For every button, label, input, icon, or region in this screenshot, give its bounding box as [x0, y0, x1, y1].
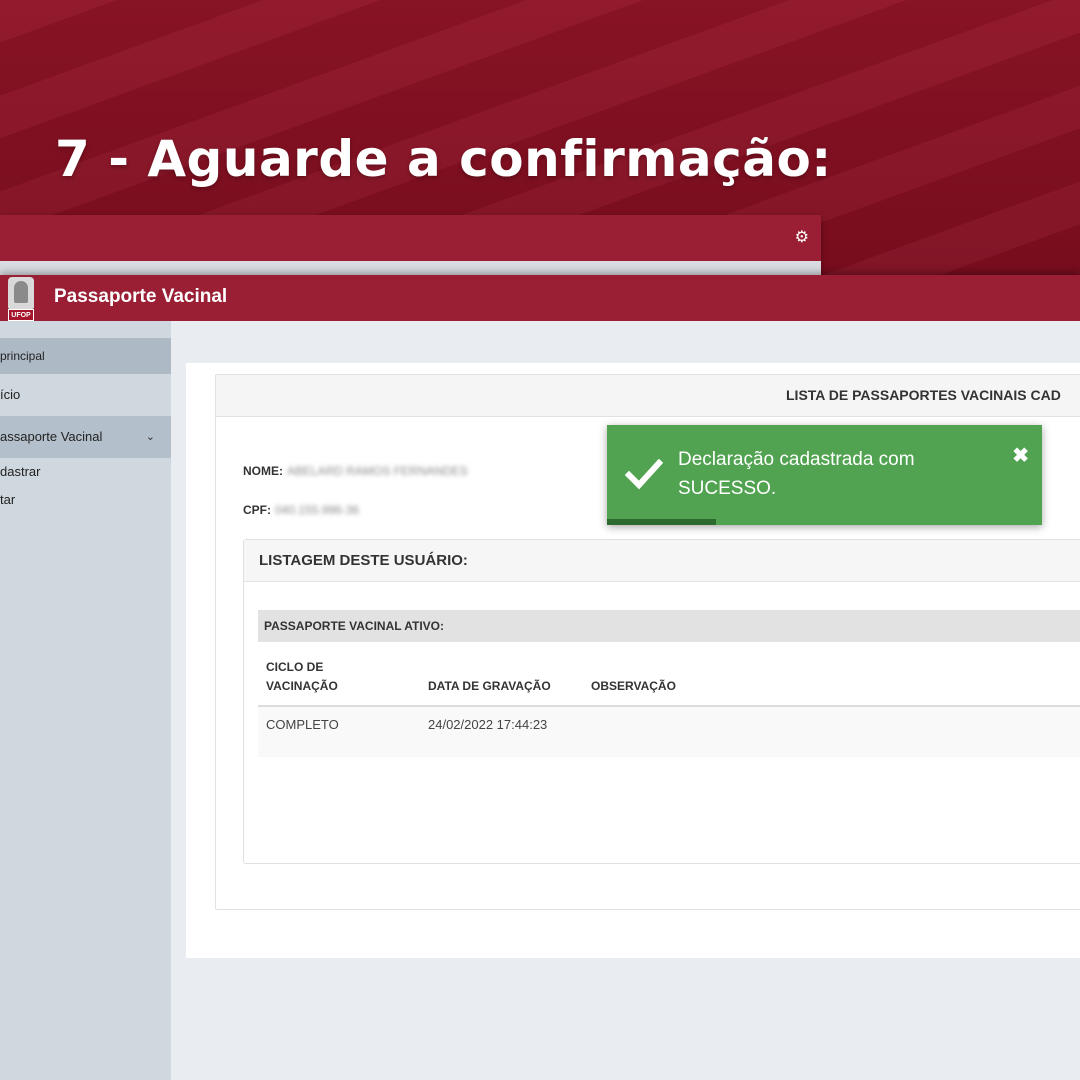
toast-line-1: Declaração cadastrada com [678, 449, 915, 470]
sidebar-subitem-listar[interactable]: tar [0, 486, 171, 514]
sidebar-item-label: ício [0, 387, 21, 402]
nome-value: ABELARD RAMOS FERNANDES [287, 464, 468, 478]
sidebar-item-inicio[interactable]: ício [0, 374, 171, 416]
cell-ciclo: COMPLETO [266, 717, 339, 732]
background-window: ⚙ [0, 215, 821, 275]
column-observacao: OBSERVAÇÃO [591, 679, 676, 693]
table-row[interactable] [258, 707, 1080, 757]
sidebar-subitem-label: dastrar [0, 464, 41, 479]
card-header: LISTA DE PASSAPORTES VACINAIS CAD [216, 375, 1080, 417]
toast-message: Declaração cadastrada com SUCESSO. [678, 445, 915, 503]
app-title: Passaporte Vacinal [54, 286, 228, 307]
ufop-logo[interactable]: UFOP [8, 277, 34, 321]
user-listing-card: LISTAGEM DESTE USUÁRIO: PASSAPORTE VACIN… [243, 539, 1080, 864]
sidebar-section-principal: principal [0, 338, 171, 374]
table-caption: PASSAPORTE VACINAL ATIVO: [258, 610, 1080, 642]
gears-icon[interactable]: ⚙ [795, 227, 809, 247]
app-header: UFOP Passaporte Vacinal [0, 275, 1080, 321]
column-ciclo: CICLO DE VACINAÇÃO [266, 660, 338, 693]
check-icon [625, 458, 663, 490]
cpf-field: CPF: 040.155.996-36 [243, 503, 359, 517]
listing-title: LISTAGEM DESTE USUÁRIO: [244, 540, 1080, 582]
sidebar-item-passaporte-vacinal[interactable]: assaporte Vacinal ⌄ [0, 416, 171, 458]
cpf-label: CPF: [243, 503, 271, 517]
cell-data: 24/02/2022 17:44:23 [428, 717, 548, 732]
success-toast[interactable]: Declaração cadastrada com SUCESSO. ✖ [607, 425, 1042, 525]
toast-progress-bar [607, 519, 716, 525]
sidebar-subitem-cadastrar[interactable]: dastrar [0, 458, 171, 486]
step-heading: 7 - Aguarde a confirmação: [55, 130, 832, 188]
chevron-down-icon: ⌄ [145, 431, 155, 443]
sidebar-item-label: assaporte Vacinal [0, 429, 103, 444]
app-window: UFOP Passaporte Vacinal principal ício a… [0, 275, 1080, 1080]
nome-label: NOME: [243, 464, 283, 478]
close-icon[interactable]: ✖ [1012, 443, 1029, 468]
nome-field: NOME: ABELARD RAMOS FERNANDES [243, 464, 468, 478]
toast-line-2: SUCESSO. [678, 478, 777, 499]
column-data-gravacao: DATA DE GRAVAÇÃO [428, 679, 551, 693]
sidebar: principal ício assaporte Vacinal ⌄ dastr… [0, 321, 171, 1080]
crest-icon [8, 277, 34, 309]
background-window-strip [0, 261, 821, 275]
cpf-value: 040.155.996-36 [275, 503, 360, 517]
sidebar-subitem-label: tar [0, 492, 16, 507]
logo-label: UFOP [8, 309, 34, 321]
